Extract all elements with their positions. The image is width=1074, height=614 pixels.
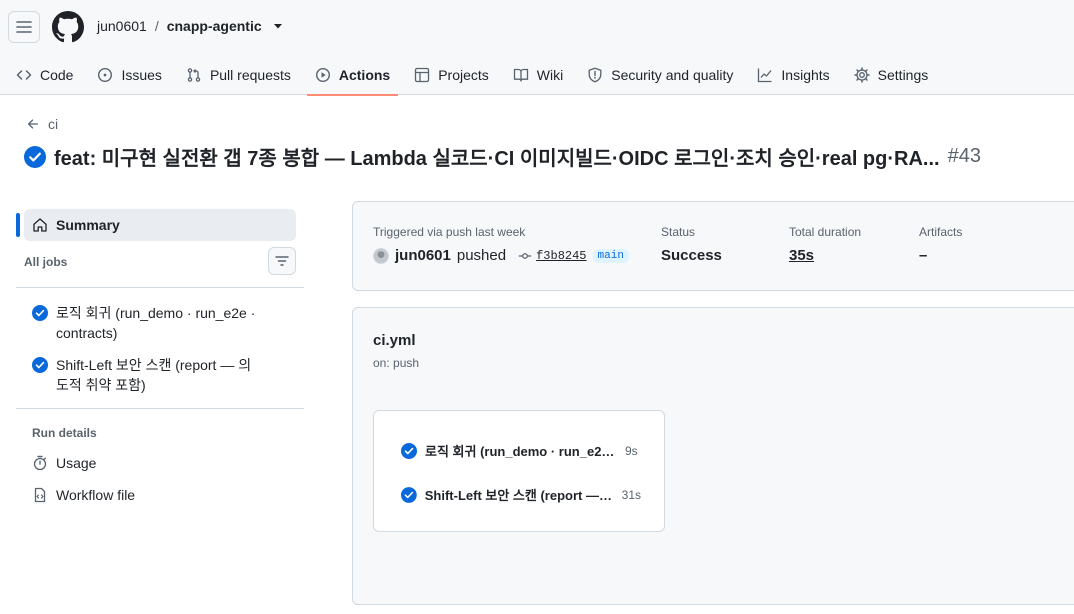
tab-pull-requests[interactable]: Pull requests	[178, 55, 299, 95]
run-summary-panel: Triggered via push last week jun0601 pus…	[352, 201, 1074, 291]
sidebar-item-summary[interactable]: Summary	[16, 209, 296, 241]
tab-wiki[interactable]: Wiki	[505, 55, 571, 95]
tab-insights[interactable]: Insights	[749, 55, 837, 95]
artifacts-info: Artifacts –	[919, 225, 962, 264]
run-details-heading: Run details	[32, 426, 97, 440]
graph-job-name: 로직 회귀 (run_demo · run_e2e · contracts)	[425, 444, 617, 459]
graph-job-name: Shift-Left 보안 스캔 (report — 의도적 취약 포함)	[424, 488, 614, 503]
shield-icon	[588, 67, 602, 83]
pull-request-icon	[187, 68, 201, 82]
artifacts-label: Artifacts	[919, 225, 963, 239]
breadcrumb-separator: /	[154, 18, 159, 34]
duration-info: Total duration 35s	[789, 225, 861, 264]
tab-security[interactable]: Security and quality	[579, 55, 741, 95]
play-icon	[315, 67, 330, 83]
graph-icon	[758, 68, 772, 83]
sidebar-item-label: Summary	[56, 217, 120, 233]
tab-label: Settings	[877, 67, 929, 83]
tab-projects[interactable]: Projects	[406, 55, 497, 95]
all-jobs-heading: All jobs	[24, 255, 68, 269]
tab-label: Code	[40, 67, 74, 83]
tab-label: Pull requests	[209, 67, 291, 83]
sidebar-item-label: Workflow file	[56, 487, 136, 503]
branch-label[interactable]: main	[592, 248, 629, 263]
event-action: pushed	[456, 247, 507, 264]
tab-label: Security and quality	[611, 67, 734, 83]
book-icon	[513, 68, 528, 82]
status-value: Success	[661, 247, 722, 264]
menu-button[interactable]	[8, 11, 40, 43]
arrow-left-icon	[27, 119, 39, 129]
workflow-graph-panel: ci.yml on: push 로직 회귀 (run_demo · run_e2…	[352, 307, 1074, 605]
check-circle-fill-icon	[32, 305, 48, 321]
gear-icon	[853, 67, 870, 83]
tab-label: Projects	[438, 67, 489, 83]
job-name: 로직 회귀 (run_demo · run_e2e · contracts)	[56, 305, 256, 341]
trigger-value: jun0601 pushed f3b8245 main	[373, 247, 629, 264]
tab-label: Insights	[781, 67, 830, 83]
duration-link[interactable]: 35s	[789, 247, 861, 264]
tab-label: Issues	[121, 67, 162, 83]
tab-label: Actions	[338, 67, 391, 83]
repo-name-link[interactable]: cnapp-agentic	[167, 18, 262, 34]
duration-label: Total duration	[789, 225, 862, 239]
filter-jobs-button[interactable]	[268, 247, 296, 275]
status-label: Status	[661, 225, 696, 239]
run-number: #43	[947, 145, 981, 167]
sidebar-item-workflow-file[interactable]: Workflow file	[32, 487, 135, 503]
run-title: feat: 미구현 실전환 갭 7종 봉합 — Lambda 실코드·CI 이미…	[24, 142, 981, 171]
artifacts-value: –	[919, 247, 928, 264]
repo-nav-tabs: Code Issues Pull requests Actions Projec…	[0, 55, 937, 96]
code-icon	[16, 70, 32, 80]
trigger-label: Triggered via push last week	[373, 225, 526, 239]
stopwatch-icon	[33, 455, 47, 471]
triangle-down-icon[interactable]	[272, 20, 284, 32]
repo-header: jun0601 / cnapp-agentic Code Issues Pull…	[0, 0, 1074, 96]
tab-code[interactable]: Code	[8, 55, 81, 95]
check-circle-fill-icon	[32, 357, 48, 373]
table-icon	[415, 67, 430, 83]
run-title-text: feat: 미구현 실전환 갭 7종 봉합 — Lambda 실코드·CI 이미…	[54, 148, 940, 170]
github-logo-icon[interactable]	[52, 11, 84, 43]
back-to-workflow-link[interactable]: ci	[26, 116, 58, 132]
check-circle-fill-icon	[24, 145, 46, 168]
tab-label: Wiki	[536, 67, 564, 83]
graph-job-duration: 9s	[625, 443, 638, 458]
tab-settings[interactable]: Settings	[846, 55, 937, 95]
tab-issues[interactable]: Issues	[89, 55, 169, 95]
trigger-info: Triggered via push last week jun0601 pus…	[373, 225, 629, 264]
status-info: Status Success	[661, 225, 722, 264]
commit-link[interactable]: f3b8245	[518, 248, 587, 263]
graph-job-duration: 31s	[621, 487, 641, 502]
graph-job[interactable]: Shift-Left 보안 스캔 (report — 의도적 취약 포함) 31…	[401, 485, 641, 504]
sidebar-item-job[interactable]: 로직 회귀 (run_demo · run_e2e · contracts)	[32, 303, 262, 343]
hamburger-icon	[16, 21, 32, 33]
sidebar-item-usage[interactable]: Usage	[32, 455, 96, 471]
actor-link[interactable]: jun0601	[395, 247, 451, 264]
graph-job[interactable]: 로직 회귀 (run_demo · run_e2e · contracts) 9…	[401, 441, 641, 460]
workflow-name: ci	[48, 116, 59, 132]
sidebar-item-job[interactable]: Shift-Left 보안 스캔 (report — 의도적 취약 포함)	[32, 355, 262, 395]
breadcrumb: jun0601 / cnapp-agentic	[97, 18, 284, 34]
commit-sha: f3b8245	[536, 248, 587, 263]
git-commit-icon	[518, 252, 532, 259]
issue-icon	[98, 67, 113, 83]
filter-icon	[275, 256, 289, 266]
divider	[16, 287, 304, 288]
check-circle-fill-icon	[401, 486, 417, 503]
sidebar-item-label: Usage	[56, 455, 97, 471]
job-name: Shift-Left 보안 스캔 (report — 의도적 취약 포함)	[56, 357, 252, 393]
workflow-trigger: on: push	[373, 356, 420, 370]
repo-owner-link[interactable]: jun0601	[97, 18, 147, 34]
file-code-icon	[34, 487, 46, 503]
job-group-card: 로직 회귀 (run_demo · run_e2e · contracts) 9…	[373, 410, 665, 532]
divider	[16, 408, 304, 409]
home-icon	[33, 218, 47, 232]
workflow-file-name: ci.yml	[373, 332, 416, 349]
check-circle-fill-icon	[401, 442, 417, 459]
tab-actions[interactable]: Actions	[306, 55, 399, 96]
avatar[interactable]	[373, 247, 389, 264]
